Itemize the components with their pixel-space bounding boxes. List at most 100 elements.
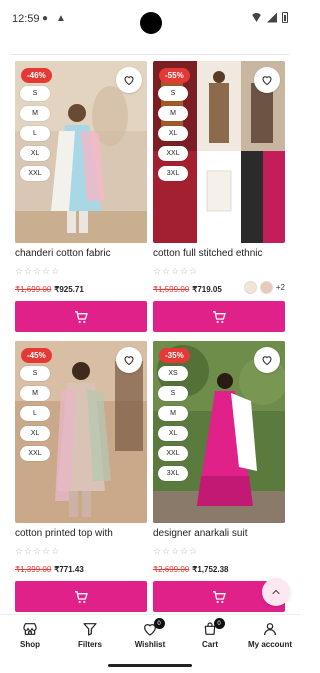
size-chip[interactable]: XL (20, 426, 50, 441)
original-price: ₹1,699.00 (15, 285, 52, 294)
gesture-bar[interactable] (108, 664, 192, 667)
wishlist-button[interactable] (116, 67, 142, 93)
size-chip[interactable]: XS (158, 366, 188, 381)
color-swatches: +2 (243, 281, 285, 294)
size-chip[interactable]: XXL (20, 446, 50, 461)
product-price: ₹1,699.00 ₹925.71 (15, 285, 84, 294)
scroll-to-top-button[interactable] (262, 578, 290, 606)
size-chip[interactable]: XL (158, 426, 188, 441)
notification-app-icon: ▲ (56, 13, 66, 24)
original-price: ₹1,599.00 (153, 285, 190, 294)
sale-price: ₹719.05 (192, 285, 222, 294)
size-chip[interactable]: XXL (20, 166, 50, 181)
size-options: S M L XL XXL (20, 86, 50, 181)
size-chip[interactable]: S (20, 86, 50, 101)
cart-icon (75, 590, 88, 603)
nav-filters[interactable]: Filters (60, 615, 120, 660)
battery-icon (282, 12, 288, 23)
size-chip[interactable]: 3XL (158, 466, 188, 481)
size-chip[interactable]: M (20, 386, 50, 401)
size-options: S M XL XXL 3XL (158, 86, 188, 181)
product-image[interactable]: -35% XS S M XL XXL 3XL (153, 341, 285, 523)
product-title[interactable]: cotton full stitched ethnic (153, 248, 285, 259)
original-price: ₹1,399.00 (15, 565, 52, 574)
size-chip[interactable]: S (158, 86, 188, 101)
product-image[interactable]: -55% S M XL XXL 3XL (153, 61, 285, 243)
cart-icon (75, 310, 88, 323)
rating-stars: ☆☆☆☆☆ (15, 546, 61, 556)
nav-shop[interactable]: Shop (0, 615, 60, 660)
nav-label: Filters (77, 640, 102, 649)
rating-stars: ☆☆☆☆☆ (153, 546, 199, 556)
color-swatch[interactable] (259, 281, 273, 294)
size-chip[interactable]: XL (20, 146, 50, 161)
sale-price: ₹925.71 (54, 285, 84, 294)
rating-stars: ☆☆☆☆☆ (153, 266, 199, 276)
add-to-cart-button[interactable] (15, 301, 147, 332)
nav-label: My account (247, 640, 292, 649)
wishlist-count-badge: 0 (153, 618, 165, 629)
heart-icon (262, 356, 272, 366)
nav-label: Wishlist (134, 640, 166, 649)
wifi-icon (251, 13, 262, 22)
chevron-up-icon (272, 589, 280, 595)
status-bar: 12:59 ● ▲ (0, 0, 300, 40)
product-image[interactable]: -46% S M L XL XXL (15, 61, 147, 243)
product-price: ₹1,599.00 ₹719.05 (153, 285, 222, 294)
notification-bell-icon: ● (42, 13, 49, 24)
product-price: ₹1,399.00 ₹771.43 (15, 565, 84, 574)
camera-cutout (140, 12, 162, 34)
app-screen: 12:59 ● ▲ -46% S M L XL XXL chanderi cot… (0, 0, 300, 673)
size-chip[interactable]: XXL (158, 446, 188, 461)
cart-count-badge: 0 (213, 618, 225, 629)
cart-icon (213, 590, 226, 603)
product-price: ₹2,699.00 ₹1,752.38 (153, 565, 228, 574)
heart-icon (124, 356, 134, 366)
size-chip[interactable]: M (158, 406, 188, 421)
user-icon (264, 623, 276, 636)
bottom-navigation: Shop Filters 0 Wishlist 0 Cart My accoun… (0, 614, 300, 660)
size-chip[interactable]: L (20, 406, 50, 421)
wishlist-button[interactable] (254, 347, 280, 373)
heart-icon (262, 76, 272, 86)
add-to-cart-button[interactable] (153, 301, 285, 332)
status-right (251, 12, 288, 23)
nav-my-account[interactable]: My account (240, 615, 300, 660)
product-image[interactable]: -45% S M L XL XXL (15, 341, 147, 523)
more-colors[interactable]: +2 (276, 283, 285, 292)
discount-badge: -35% (159, 348, 190, 363)
rating-stars: ☆☆☆☆☆ (15, 266, 61, 276)
product-title[interactable]: cotton printed top with (15, 528, 147, 539)
size-chip[interactable]: M (20, 106, 50, 121)
size-chip[interactable]: M (158, 106, 188, 121)
product-title[interactable]: designer anarkali suit (153, 528, 285, 539)
color-swatch[interactable] (243, 281, 257, 294)
wishlist-button[interactable] (254, 67, 280, 93)
nav-wishlist[interactable]: 0 Wishlist (120, 615, 180, 660)
original-price: ₹2,699.00 (153, 565, 190, 574)
size-chip[interactable]: XXL (158, 146, 188, 161)
nav-label: Shop (20, 640, 40, 649)
nav-cart[interactable]: 0 Cart (180, 615, 240, 660)
sale-price: ₹771.43 (54, 565, 84, 574)
nav-label: Cart (201, 640, 218, 649)
size-chip[interactable]: S (20, 366, 50, 381)
discount-badge: -46% (21, 68, 52, 83)
status-time: 12:59 (12, 13, 40, 25)
discount-badge: -45% (21, 348, 52, 363)
shop-icon (23, 623, 37, 635)
size-chip[interactable]: S (158, 386, 188, 401)
cart-icon (213, 310, 226, 323)
wishlist-button[interactable] (116, 347, 142, 373)
size-chip[interactable]: L (20, 126, 50, 141)
filter-icon (83, 623, 97, 636)
size-options: XS S M XL XXL 3XL (158, 366, 188, 481)
discount-badge: -55% (159, 68, 190, 83)
heart-icon (124, 76, 134, 86)
add-to-cart-button[interactable] (15, 581, 147, 612)
size-chip[interactable]: XL (158, 126, 188, 141)
sale-price: ₹1,752.38 (192, 565, 229, 574)
size-chip[interactable]: 3XL (158, 166, 188, 181)
product-grid: -46% S M L XL XXL chanderi cotton fabric… (10, 54, 290, 614)
product-title[interactable]: chanderi cotton fabric (15, 248, 147, 259)
